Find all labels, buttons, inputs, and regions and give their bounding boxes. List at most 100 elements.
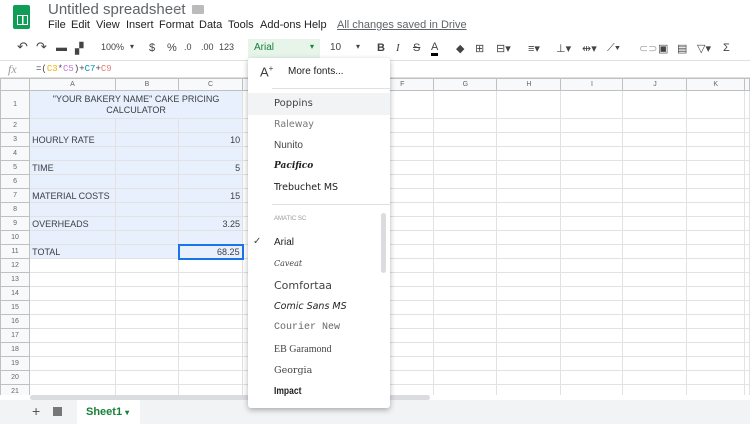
cell-A20[interactable] — [29, 370, 116, 385]
cell-A14[interactable] — [29, 286, 116, 301]
cell[interactable] — [686, 272, 745, 287]
cell[interactable] — [496, 118, 562, 133]
cell[interactable] — [686, 90, 745, 119]
cell[interactable] — [622, 230, 688, 245]
cell-C10[interactable] — [178, 230, 244, 245]
row-header[interactable]: 21 — [0, 384, 31, 395]
cell[interactable] — [744, 272, 750, 287]
cell-C18[interactable] — [178, 342, 244, 357]
cell-A18[interactable] — [29, 342, 116, 357]
cell-C12[interactable] — [178, 258, 244, 273]
cell[interactable] — [496, 258, 562, 273]
menu-scrollbar[interactable] — [381, 213, 386, 273]
cell[interactable] — [496, 230, 562, 245]
column-header[interactable]: G — [433, 78, 498, 91]
cell[interactable] — [744, 132, 750, 147]
cell-B5[interactable] — [114, 160, 180, 175]
cell-C15[interactable] — [178, 300, 244, 315]
font-item-trebuchet[interactable]: Trebuchet MS — [274, 182, 338, 193]
cell[interactable] — [686, 146, 745, 161]
cell[interactable] — [433, 314, 498, 329]
cell-C13[interactable] — [178, 272, 244, 287]
filter-icon[interactable]: ▽▾ — [697, 42, 711, 55]
cell-B13[interactable] — [114, 272, 180, 287]
cell-C2[interactable] — [178, 118, 244, 133]
font-item-raleway[interactable]: Raleway — [274, 119, 314, 130]
cell[interactable] — [433, 132, 498, 147]
cell[interactable] — [496, 286, 562, 301]
font-item-comic-sans[interactable]: Comic Sans MS — [274, 301, 347, 312]
horizontal-align-icon[interactable]: ≡▾ — [528, 42, 540, 55]
cell-C9[interactable]: 3.25 — [178, 216, 244, 231]
cell[interactable] — [686, 328, 745, 343]
cell[interactable] — [560, 118, 624, 133]
row-header[interactable]: 20 — [0, 370, 31, 385]
column-header[interactable]: J — [622, 78, 688, 91]
cell[interactable] — [433, 384, 498, 395]
row-header[interactable]: 11 — [0, 244, 31, 259]
cell-B3[interactable] — [114, 132, 180, 147]
cell[interactable] — [622, 300, 688, 315]
cell-A10[interactable] — [29, 230, 116, 245]
document-title[interactable]: Untitled spreadsheet — [48, 1, 186, 18]
cell-A6[interactable] — [29, 174, 116, 189]
row-header[interactable]: 13 — [0, 272, 31, 287]
cell-B7[interactable] — [114, 188, 180, 203]
cell[interactable] — [560, 216, 624, 231]
font-item-comfortaa[interactable]: Comfortaa — [274, 279, 332, 292]
cell-C4[interactable] — [178, 146, 244, 161]
cell-B9[interactable] — [114, 216, 180, 231]
cell[interactable] — [560, 328, 624, 343]
row-header[interactable]: 9 — [0, 216, 31, 231]
cell[interactable] — [744, 286, 750, 301]
text-rotation-icon[interactable]: ⟋▾ — [607, 42, 620, 55]
cell[interactable] — [560, 300, 624, 315]
cell[interactable] — [744, 314, 750, 329]
cell[interactable] — [686, 230, 745, 245]
cell[interactable] — [686, 244, 745, 259]
cell[interactable] — [433, 146, 498, 161]
cell[interactable] — [560, 384, 624, 395]
cell[interactable] — [433, 272, 498, 287]
cell[interactable] — [560, 272, 624, 287]
menu-addons[interactable]: Add-ons — [260, 19, 301, 31]
row-header[interactable]: 10 — [0, 230, 31, 245]
cell[interactable] — [560, 342, 624, 357]
row-header[interactable]: 15 — [0, 300, 31, 315]
cell[interactable] — [433, 342, 498, 357]
cell[interactable] — [496, 370, 562, 385]
font-item-caveat[interactable]: Caveat — [274, 259, 302, 268]
cell[interactable] — [686, 160, 745, 175]
cell-A4[interactable] — [29, 146, 116, 161]
menu-format[interactable]: Format — [159, 19, 194, 31]
row-header[interactable]: 14 — [0, 286, 31, 301]
cell[interactable] — [622, 174, 688, 189]
chevron-down-icon[interactable]: ▾ — [130, 42, 134, 51]
cell-C11[interactable]: 68.25 — [177, 243, 244, 260]
cell-B21[interactable] — [114, 384, 180, 395]
row-header[interactable]: 4 — [0, 146, 31, 161]
cell[interactable] — [686, 174, 745, 189]
cell-A19[interactable] — [29, 356, 116, 371]
font-item-arial[interactable]: Arial — [274, 237, 294, 248]
cell-A21[interactable] — [29, 384, 116, 395]
fill-color-icon[interactable]: ◆ — [456, 42, 464, 55]
cell[interactable] — [622, 328, 688, 343]
cell[interactable] — [622, 146, 688, 161]
cell[interactable] — [744, 90, 750, 119]
cell[interactable] — [560, 174, 624, 189]
cell-A5[interactable]: TIME — [29, 160, 116, 175]
chevron-down-icon[interactable]: ▾ — [356, 42, 360, 51]
save-status-link[interactable]: All changes saved in Drive — [337, 19, 467, 31]
cell[interactable] — [622, 244, 688, 259]
cell[interactable] — [686, 286, 745, 301]
text-wrap-icon[interactable]: ⇹▾ — [582, 42, 597, 55]
menu-help[interactable]: Help — [304, 19, 327, 31]
cell[interactable] — [744, 188, 750, 203]
cell[interactable] — [622, 90, 688, 119]
row-header[interactable]: 17 — [0, 328, 31, 343]
cell[interactable] — [433, 370, 498, 385]
cell[interactable] — [560, 258, 624, 273]
cell[interactable] — [744, 160, 750, 175]
cell[interactable] — [560, 286, 624, 301]
